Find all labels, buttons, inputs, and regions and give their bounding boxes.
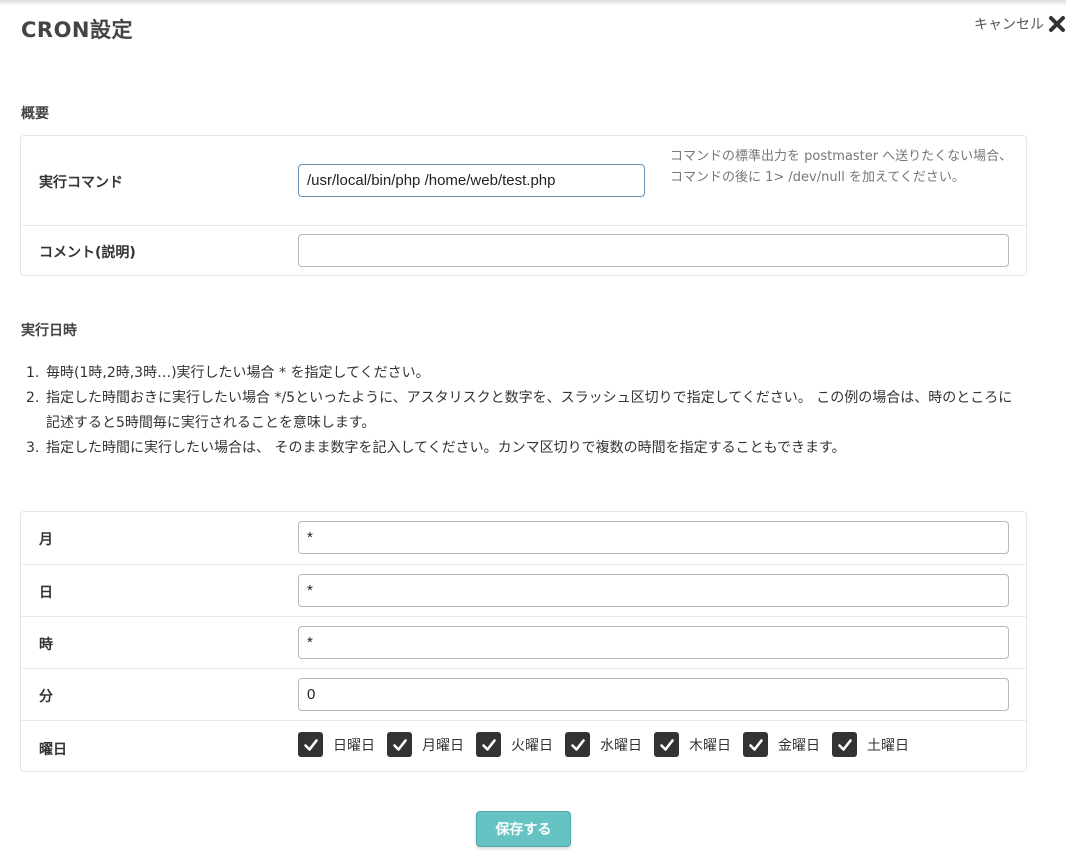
day-label: 日 — [39, 585, 53, 601]
close-icon — [1049, 16, 1065, 32]
overview-card: 実行コマンド コマンドの標準出力を postmaster へ送りたくない場合、コ… — [20, 135, 1027, 276]
month-row: 月 — [21, 512, 1026, 564]
weekday-wednesday[interactable]: 水曜日 — [565, 732, 642, 757]
weekday-label-text: 土曜日 — [867, 737, 909, 754]
check-icon — [392, 738, 407, 751]
weekday-thursday[interactable]: 木曜日 — [654, 732, 731, 757]
weekday-checkbox[interactable] — [743, 732, 768, 757]
check-icon — [837, 738, 852, 751]
minute-row: 分 — [21, 668, 1026, 720]
weekday-friday[interactable]: 金曜日 — [743, 732, 820, 757]
weekday-label-text: 日曜日 — [333, 737, 375, 754]
day-row: 日 — [21, 564, 1026, 616]
hour-row: 時 — [21, 616, 1026, 668]
note-item: 3. 指定した時間に実行したい場合は、 そのまま数字を記入してください。カンマ区切… — [26, 440, 846, 456]
comment-input[interactable] — [298, 234, 1009, 267]
month-label: 月 — [39, 532, 53, 548]
weekday-label: 曜日 — [39, 742, 67, 758]
weekday-checkbox[interactable] — [476, 732, 501, 757]
weekday-monday[interactable]: 月曜日 — [387, 732, 464, 757]
weekday-saturday[interactable]: 土曜日 — [832, 732, 909, 757]
minute-label: 分 — [39, 689, 53, 705]
check-icon — [303, 738, 318, 751]
check-icon — [481, 738, 496, 751]
comment-row: コメント(説明) — [21, 225, 1026, 276]
weekday-checkbox[interactable] — [565, 732, 590, 757]
weekday-label-text: 月曜日 — [422, 737, 464, 754]
command-label: 実行コマンド — [39, 175, 123, 191]
weekday-tuesday[interactable]: 火曜日 — [476, 732, 553, 757]
note-item: 1. 毎時(1時,2時,3時…)実行したい場合 * を指定してください。 — [26, 365, 430, 381]
schedule-section-title: 実行日時 — [21, 323, 77, 339]
check-icon — [659, 738, 674, 751]
weekday-sunday[interactable]: 日曜日 — [298, 732, 375, 757]
command-row: 実行コマンド コマンドの標準出力を postmaster へ送りたくない場合、コ… — [21, 136, 1026, 225]
schedule-card: 月 日 時 分 曜日 日曜日 月曜日 火曜日 — [20, 511, 1027, 772]
top-shadow — [0, 0, 1066, 6]
command-help-text: コマンドの標準出力を postmaster へ送りたくない場合、コマンドの後に … — [670, 149, 1013, 185]
weekday-label-text: 火曜日 — [511, 737, 553, 754]
save-button[interactable]: 保存する — [476, 811, 571, 847]
weekday-label-text: 金曜日 — [778, 737, 820, 754]
hour-input[interactable] — [298, 626, 1009, 659]
page-title: CRON設定 — [21, 18, 134, 42]
weekday-row: 曜日 日曜日 月曜日 火曜日 水曜日 木曜日 金曜日 土曜日 — [21, 720, 1026, 772]
check-icon — [570, 738, 585, 751]
month-input[interactable] — [298, 521, 1009, 554]
weekday-checkbox[interactable] — [832, 732, 857, 757]
cancel-button[interactable]: キャンセル — [974, 14, 1066, 34]
schedule-notes: 1. 毎時(1時,2時,3時…)実行したい場合 * を指定してください。 2. 指定… — [26, 361, 1016, 461]
overview-section-title: 概要 — [21, 106, 49, 122]
weekday-checkbox[interactable] — [298, 732, 323, 757]
command-input[interactable] — [298, 164, 645, 197]
weekday-checkbox[interactable] — [387, 732, 412, 757]
comment-label: コメント(説明) — [39, 245, 136, 261]
hour-label: 時 — [39, 637, 53, 653]
weekday-checkbox[interactable] — [654, 732, 679, 757]
cancel-label: キャンセル — [974, 17, 1044, 33]
day-input[interactable] — [298, 574, 1009, 607]
minute-input[interactable] — [298, 678, 1009, 711]
check-icon — [748, 738, 763, 751]
note-item: 2. 指定した時間おきに実行したい場合 */5といったように、アスタリスクと数字を… — [26, 390, 1013, 431]
weekday-label-text: 水曜日 — [600, 737, 642, 754]
weekday-label-text: 木曜日 — [689, 737, 731, 754]
weekday-checkboxes: 日曜日 月曜日 火曜日 水曜日 木曜日 金曜日 土曜日 — [298, 732, 921, 757]
